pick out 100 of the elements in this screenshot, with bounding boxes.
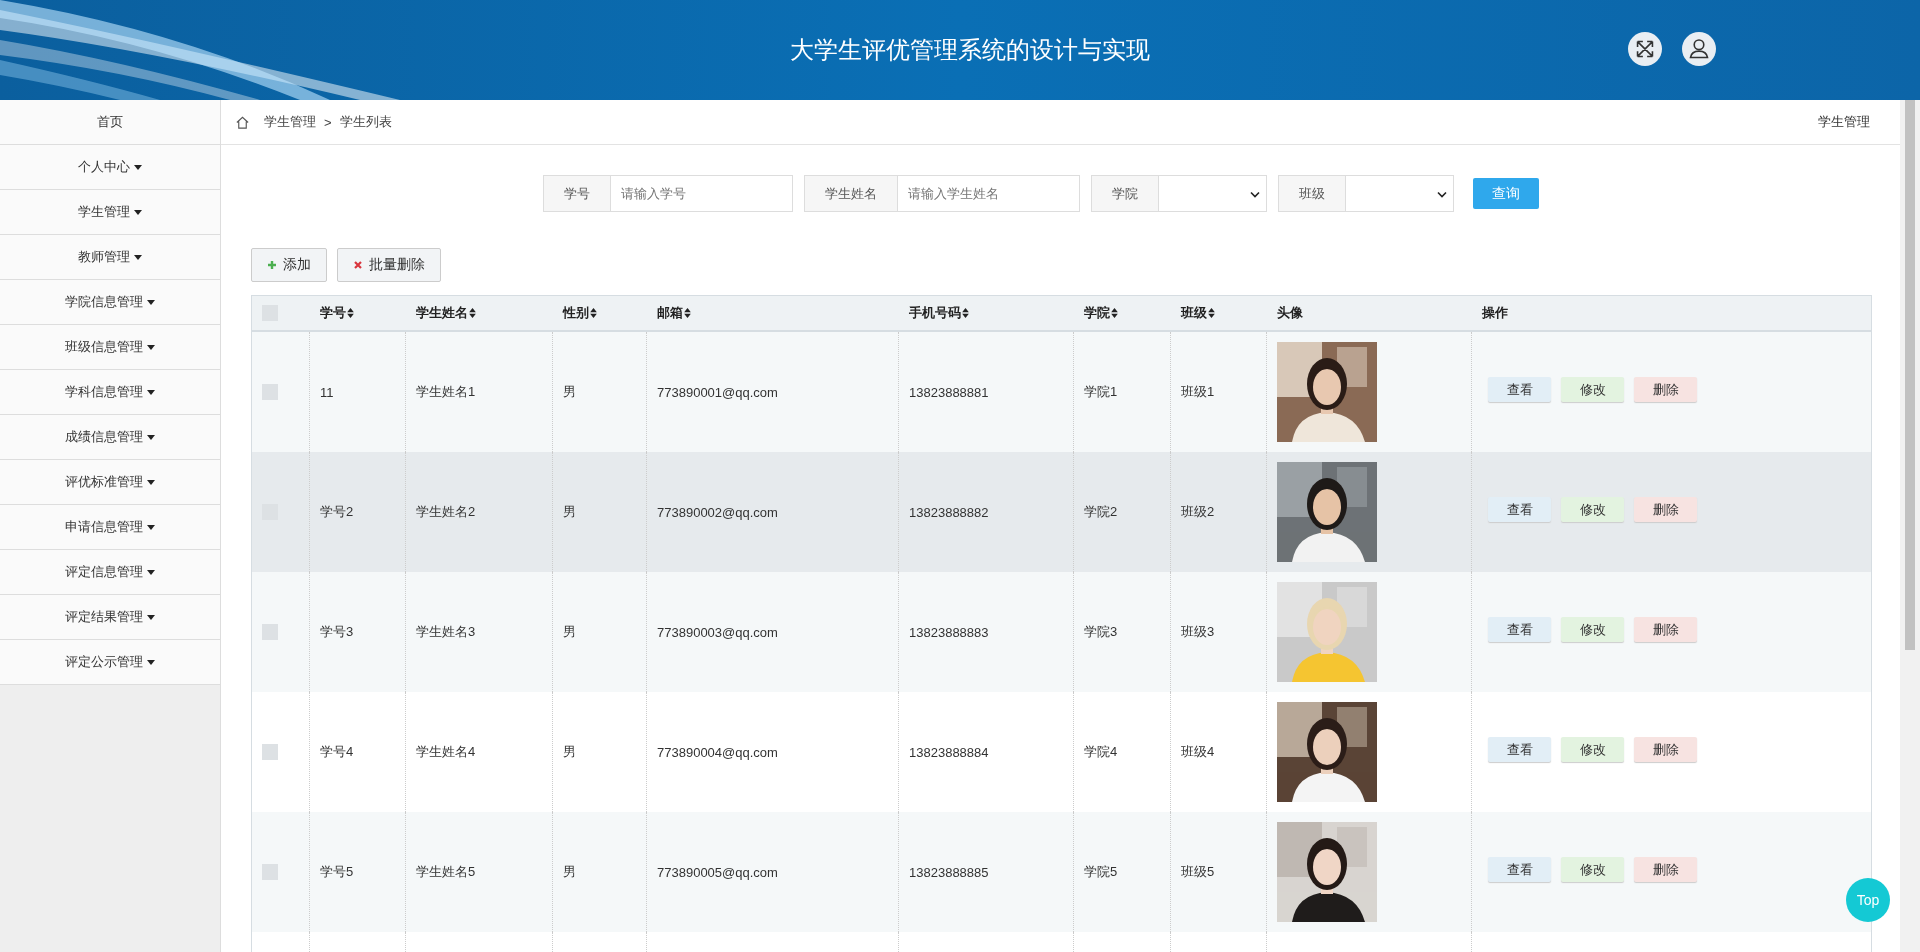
sidebar-item[interactable]: 申请信息管理	[0, 505, 220, 550]
sort-icon[interactable]	[347, 308, 354, 318]
table-cell: 男	[563, 743, 576, 761]
column-header[interactable]: 操作	[1482, 304, 1508, 322]
input-field[interactable]: 请输入学号	[610, 175, 793, 212]
table-cell: 班级3	[1181, 623, 1215, 641]
sidebar-item[interactable]: 学科信息管理	[0, 370, 220, 415]
table-cell: 学院1	[1084, 383, 1118, 401]
sidebar-item[interactable]: 学院信息管理	[0, 280, 220, 325]
table-cell: 773890002@qq.com	[657, 504, 778, 520]
view-button[interactable]: 查看	[1488, 617, 1551, 642]
view-button[interactable]: 查看	[1488, 857, 1551, 882]
table-cell: 男	[563, 863, 576, 881]
home-icon[interactable]	[235, 114, 250, 130]
sidebar-item[interactable]: 评定公示管理	[0, 640, 220, 685]
table-cell: 13823888885	[909, 864, 989, 880]
edit-button[interactable]: 修改	[1561, 857, 1624, 882]
table-cell: 班级1	[1181, 383, 1215, 401]
sidebar-item[interactable]: 班级信息管理	[0, 325, 220, 370]
column-header[interactable]: 头像	[1277, 304, 1303, 322]
table-cell: 班级4	[1181, 743, 1215, 761]
table-cell: 11	[320, 384, 334, 400]
delete-button[interactable]: 批量删除	[337, 248, 441, 282]
view-button[interactable]: 查看	[1488, 737, 1551, 762]
sort-icon[interactable]	[590, 308, 597, 318]
sort-icon[interactable]	[962, 308, 969, 318]
caret-icon	[134, 164, 142, 170]
column-header[interactable]: 学号	[320, 304, 354, 322]
column-header[interactable]: 邮箱	[657, 304, 691, 322]
select-field[interactable]	[1158, 175, 1267, 212]
sidebar-item[interactable]: 评优标准管理	[0, 460, 220, 505]
site-title: 大学生评优管理系统的设计与实现	[790, 35, 1150, 65]
table-cell: 773890003@qq.com	[657, 624, 778, 640]
table-cell: 学生姓名1	[416, 383, 476, 401]
field-label: 学院	[1090, 175, 1159, 212]
checkbox[interactable]	[262, 744, 278, 760]
table-cell: 13823888881	[909, 384, 989, 400]
chevron-icon	[1436, 191, 1447, 198]
checkbox[interactable]	[262, 384, 278, 400]
caret-icon	[134, 254, 142, 260]
table-cell: 773890001@qq.com	[657, 384, 778, 400]
checkbox[interactable]	[262, 624, 278, 640]
edit-button[interactable]: 修改	[1561, 617, 1624, 642]
table-cell: 学号3	[320, 623, 354, 641]
sidebar-item[interactable]: 学生管理	[0, 190, 220, 235]
sort-icon[interactable]	[684, 308, 691, 318]
table-cell: 班级2	[1181, 503, 1215, 521]
column-header[interactable]: 学生姓名	[416, 304, 476, 322]
column-header[interactable]: 手机号码	[909, 304, 969, 322]
delete-button[interactable]: 删除	[1634, 497, 1697, 522]
table-cell: 学院5	[1084, 863, 1118, 881]
caret-icon	[147, 299, 155, 305]
sort-icon[interactable]	[1208, 308, 1215, 318]
add-button[interactable]: 添加	[251, 248, 327, 282]
fullscreen-icon[interactable]	[1628, 32, 1662, 66]
table-cell: 学生姓名3	[416, 623, 476, 641]
select-field[interactable]	[1345, 175, 1454, 212]
sidebar-item[interactable]: 成绩信息管理	[0, 415, 220, 460]
edit-button[interactable]: 修改	[1561, 377, 1624, 402]
view-button[interactable]: 查看	[1488, 497, 1551, 522]
caret-icon	[147, 614, 155, 620]
scrollbar[interactable]	[1900, 100, 1920, 952]
table-cell: 男	[563, 383, 576, 401]
sidebar-item[interactable]: 首页	[0, 100, 220, 145]
sort-icon[interactable]	[1111, 308, 1118, 318]
field-label: 班级	[1277, 175, 1346, 212]
input-field[interactable]: 请输入学生姓名	[897, 175, 1080, 212]
edit-button[interactable]: 修改	[1561, 737, 1624, 762]
chevron-icon	[1249, 191, 1260, 198]
sidebar-item[interactable]: 个人中心	[0, 145, 220, 190]
column-header[interactable]: 班级	[1181, 304, 1215, 322]
breadcrumb-link[interactable]: 学生管理	[264, 113, 316, 131]
checkbox[interactable]	[262, 864, 278, 880]
table-cell: 773890004@qq.com	[657, 744, 778, 760]
table-cell: 13823888884	[909, 744, 989, 760]
column-header[interactable]: 学院	[1084, 304, 1118, 322]
table-cell: 班级5	[1181, 863, 1215, 881]
sidebar-item[interactable]: 评定结果管理	[0, 595, 220, 640]
delete-button[interactable]: 删除	[1634, 617, 1697, 642]
sidebar-item[interactable]: 教师管理	[0, 235, 220, 280]
table-cell: 学院2	[1084, 503, 1118, 521]
caret-icon	[147, 434, 155, 440]
breadcrumb-link[interactable]: 学生列表	[339, 113, 392, 131]
caret-icon	[147, 524, 155, 530]
edit-button[interactable]: 修改	[1561, 497, 1624, 522]
view-button[interactable]: 查看	[1488, 377, 1551, 402]
user-icon[interactable]	[1682, 32, 1716, 66]
delete-button[interactable]: 删除	[1634, 737, 1697, 762]
plus-icon	[267, 260, 277, 270]
table-cell: 13823888882	[909, 504, 989, 520]
table-cell: 学号5	[320, 863, 354, 881]
column-header[interactable]: 性别	[563, 304, 597, 322]
caret-icon	[134, 209, 142, 215]
caret-icon	[147, 659, 155, 665]
sidebar-item[interactable]: 评定信息管理	[0, 550, 220, 595]
field-label: 学号	[542, 175, 611, 212]
sort-icon[interactable]	[469, 308, 476, 318]
delete-button[interactable]: 删除	[1634, 377, 1697, 402]
table-cell: 学号4	[320, 743, 354, 761]
delete-button[interactable]: 删除	[1634, 857, 1697, 882]
